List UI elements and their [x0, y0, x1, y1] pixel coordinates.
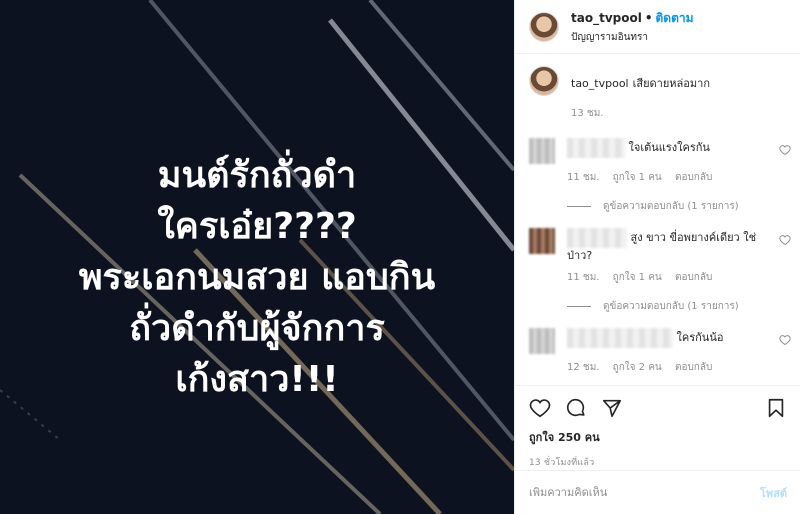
- caption-avatar[interactable]: [529, 66, 559, 96]
- like-count[interactable]: ถูกใจ 250 คน: [529, 428, 787, 446]
- caption-text: เสียดายหล่อมาก: [632, 77, 710, 90]
- comment-item: ใครกันน้อ 12 ชม. ถูกใจ 2 คน ตอบกลับ: [529, 328, 791, 375]
- like-heart-icon[interactable]: [529, 397, 551, 419]
- reply-button[interactable]: ตอบกลับ: [675, 172, 712, 183]
- commenter-name-blurred[interactable]: [567, 328, 673, 348]
- like-comment-heart-icon[interactable]: [779, 144, 791, 156]
- commenter-name-blurred[interactable]: [567, 138, 625, 158]
- view-replies[interactable]: ดูข้อความตอบกลับ (1 รายการ): [567, 199, 791, 214]
- author-username[interactable]: tao_tvpool: [571, 11, 642, 25]
- image-caption-text: มนต์รักถั่วดำ ใครเอ๋ย???? พระเอกนมสวย แอ…: [0, 150, 514, 405]
- comments-section: tao_tvpool เสียดายหล่อมาก 13 ชม.: [515, 66, 800, 121]
- add-comment-bar: โพสต์: [515, 470, 800, 514]
- overlay-line: ใครเอ๋ย????: [157, 206, 357, 247]
- comment-time[interactable]: 11 ชม.: [567, 172, 599, 183]
- post-comment-button[interactable]: โพสต์: [760, 484, 787, 502]
- comment-text: ใจเต้นแรงใครกัน: [628, 141, 710, 154]
- view-replies-label: ดูข้อความตอบกลับ (1 รายการ): [603, 201, 739, 212]
- view-replies-label: ดูข้อความตอบกลับ (1 รายการ): [603, 301, 739, 312]
- commenter-avatar-blurred[interactable]: [529, 328, 555, 354]
- like-comment-heart-icon[interactable]: [779, 334, 791, 346]
- overlay-line: มนต์รักถั่วดำ: [157, 155, 357, 196]
- replies-divider: [567, 206, 591, 207]
- overlay-line: พระเอกนมสวย แอบกิน: [78, 257, 436, 298]
- separator-dot: •: [644, 10, 653, 25]
- commenter-avatar-blurred[interactable]: [529, 138, 555, 164]
- reply-button[interactable]: ตอบกลับ: [675, 362, 712, 373]
- comment-likes[interactable]: ถูกใจ 1 คน: [613, 272, 662, 283]
- caption-username[interactable]: tao_tvpool: [571, 77, 629, 90]
- post-actions: ถูกใจ 250 คน 13 ชั่วโมงที่แล้ว: [515, 385, 800, 469]
- post-header: tao_tvpool • ติดตาม ปัญญารามอินทรา: [515, 0, 800, 54]
- location-link[interactable]: ปัญญารามอินทรา: [571, 30, 694, 45]
- comment-likes[interactable]: ถูกใจ 1 คน: [613, 172, 662, 183]
- overlay-line: ถั่วดำกับผู้จักการ: [129, 308, 385, 349]
- share-send-icon[interactable]: [601, 397, 623, 419]
- view-replies[interactable]: ดูข้อความตอบกลับ (1 รายการ): [567, 299, 791, 314]
- save-bookmark-icon[interactable]: [765, 397, 787, 419]
- replies-divider: [567, 306, 591, 307]
- comment-time[interactable]: 12 ชม.: [567, 362, 599, 373]
- comment-item: สูง ขาว ขี่อพยางค์เดียว ใช่ป่าว? 11 ชม. …: [529, 228, 791, 314]
- post-timestamp[interactable]: 13 ชั่วโมงที่แล้ว: [529, 455, 787, 469]
- like-comment-heart-icon[interactable]: [779, 234, 791, 246]
- overlay-line: เก้งสาว!!!: [175, 359, 339, 400]
- post-caption: tao_tvpool เสียดายหล่อมาก 13 ชม.: [515, 66, 800, 121]
- comment-likes[interactable]: ถูกใจ 2 คน: [613, 362, 662, 373]
- post-sidebar: tao_tvpool • ติดตาม ปัญญารามอินทรา tao_tvp…: [514, 0, 800, 514]
- comment-item: ใจเต้นแรงใครกัน 11 ชม. ถูกใจ 1 คน ตอบกลั…: [529, 138, 791, 214]
- commenter-avatar-blurred[interactable]: [529, 228, 555, 254]
- comment-time[interactable]: 11 ชม.: [567, 272, 599, 283]
- comment-bubble-icon[interactable]: [565, 397, 587, 419]
- author-avatar[interactable]: [529, 11, 559, 42]
- caption-time[interactable]: 13 ชม.: [571, 108, 603, 119]
- comment-text: ใครกันน้อ: [676, 331, 724, 344]
- post-image[interactable]: มนต์รักถั่วดำ ใครเอ๋ย???? พระเอกนมสวย แอ…: [0, 0, 514, 514]
- commenter-name-blurred[interactable]: [567, 228, 627, 248]
- reply-button[interactable]: ตอบกลับ: [675, 272, 712, 283]
- follow-button[interactable]: ติดตาม: [656, 11, 694, 25]
- add-comment-input[interactable]: [529, 486, 760, 499]
- instagram-post: มนต์รักถั่วดำ ใครเอ๋ย???? พระเอกนมสวย แอ…: [0, 0, 800, 514]
